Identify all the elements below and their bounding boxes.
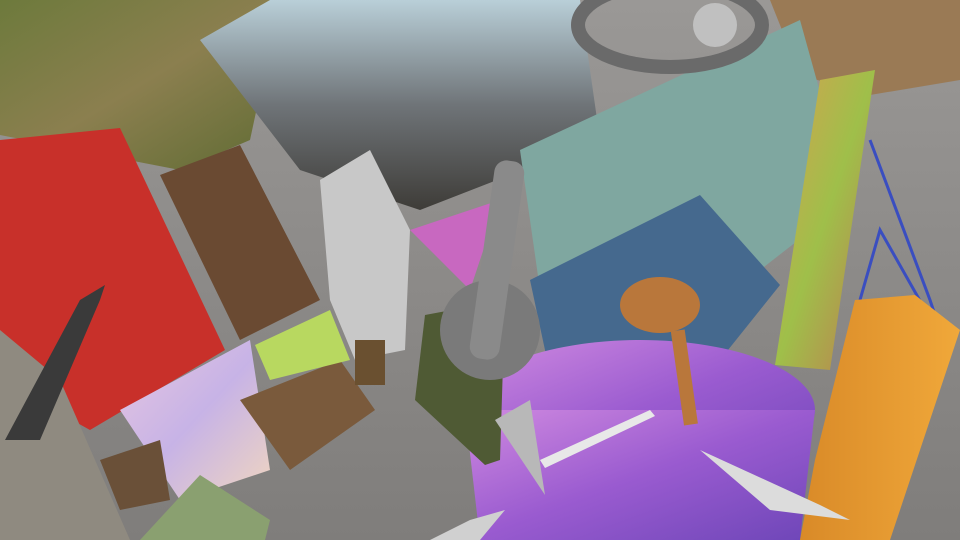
scene-canvas <box>0 0 960 540</box>
headphones-earcup <box>693 3 737 47</box>
rendered-3d-scene <box>0 0 960 540</box>
guitar-body <box>620 277 700 333</box>
sword-handle <box>355 340 385 385</box>
